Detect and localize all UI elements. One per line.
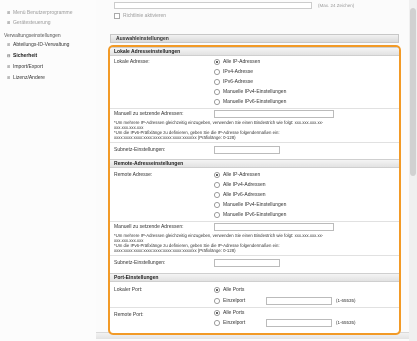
divider — [110, 255, 399, 256]
vertical-scrollbar[interactable] — [409, 0, 417, 341]
local-radio-manual-ipv4[interactable] — [214, 89, 220, 95]
local-subnet-label: Subnetz-Einstellungen: — [114, 147, 166, 153]
divider — [110, 108, 399, 109]
remote-option-label: Alle IP-Adressen — [223, 172, 261, 178]
remote-subnet-label: Subnetz-Einstellungen: — [114, 260, 166, 266]
local-option-label: Manuelle IPv4-Einstellungen — [223, 89, 287, 95]
local-port-single-label: Einzelport — [223, 298, 246, 304]
local-note-range: *Um mehrere IP-Adressen gleichzeitig ein… — [114, 120, 324, 125]
sidebar-item-dept-id[interactable]: ⊞ Abteilungs-ID-Verwaltung — [7, 42, 69, 48]
enable-rule-checkbox[interactable] — [114, 13, 120, 19]
local-port-radio-single[interactable] — [214, 298, 220, 304]
local-option-label: Alle IP-Adressen — [223, 59, 261, 65]
remote-radio-all[interactable] — [214, 172, 220, 178]
local-port-range-hint: (1-65535) — [336, 298, 356, 303]
local-manual-label: Manuell zu setzende Adressen: — [114, 111, 184, 117]
remote-option-label: Manuelle IPv4-Einstellungen — [223, 202, 287, 208]
selection-settings-header: Auswahleinstellungen — [110, 34, 399, 43]
port-settings-header: Port-Einstellungen — [110, 273, 399, 282]
remote-manual-label: Manuell zu setzende Adressen: — [114, 224, 184, 230]
remote-radio-manual-ipv4[interactable] — [214, 202, 220, 208]
remote-port-label: Remote Port: — [114, 312, 144, 318]
remote-note-range: *Um mehrere IP-Adressen gleichzeitig ein… — [114, 233, 324, 238]
remote-option-label: Manuelle IPv6-Einstellungen — [223, 212, 287, 218]
local-address-label: Lokale Adresse: — [114, 59, 150, 65]
local-option-label: IPv4-Adresse — [223, 69, 254, 75]
local-address-header: Lokale Adresseinstellungen — [110, 47, 399, 56]
local-option-label: IPv6-Adresse — [223, 79, 254, 85]
remote-port-input[interactable] — [266, 319, 332, 327]
remote-option-label: Alle IPv6-Adressen — [223, 192, 266, 198]
remote-port-radio-all[interactable] — [214, 310, 220, 316]
rule-name-input[interactable] — [114, 2, 312, 9]
local-radio-ipv4[interactable] — [214, 69, 220, 75]
rule-name-hint: (Max. 24 Zeichen) — [318, 3, 355, 8]
sidebar-item-import-export[interactable]: ⊞ Import/Export — [7, 64, 43, 70]
remote-radio-ipv6[interactable] — [214, 192, 220, 198]
sidebar-item-security[interactable]: ⊟ Sicherheit — [7, 53, 37, 59]
local-option-label: Manuelle IPv6-Einstellungen — [223, 99, 287, 105]
local-port-input[interactable] — [266, 297, 332, 305]
local-manual-address-input[interactable] — [214, 110, 334, 118]
divider — [110, 307, 399, 308]
settings-panel: Lokale Adresseinstellungen Lokale Adress… — [108, 45, 401, 335]
remote-note-prefix-format: xxxx:xxxx:xxxx:xxxx:xxxx:xxxx:xxxx:xxxx/… — [114, 248, 236, 253]
enable-rule-label: Richtlinie aktivieren — [123, 13, 167, 19]
remote-address-header: Remote-Adresseinstellungen — [110, 159, 399, 168]
remote-radio-manual-ipv6[interactable] — [214, 212, 220, 218]
remote-option-label: Alle IPv4-Adressen — [223, 182, 266, 188]
scrollbar-thumb[interactable] — [410, 8, 416, 176]
local-radio-all[interactable] — [214, 59, 220, 65]
remote-subnet-input[interactable] — [214, 259, 280, 267]
remote-manual-address-input[interactable] — [214, 223, 334, 231]
sidebar-item-license[interactable]: ⊞ Lizenz/Andere — [7, 75, 45, 81]
local-note-prefix-format: xxxx:xxxx:xxxx:xxxx:xxxx:xxxx:xxxx:xxxx/… — [114, 135, 236, 140]
local-subnet-input[interactable] — [214, 146, 280, 154]
remote-port-radio-single[interactable] — [214, 320, 220, 326]
remote-port-all-label: Alle Ports — [223, 310, 245, 316]
sidebar: ⊞ Menü Benutzerprogramme ⊞ Gerätesteuerung… — [0, 0, 96, 341]
local-radio-ipv6[interactable] — [214, 79, 220, 85]
divider — [110, 142, 399, 143]
remote-port-range-hint: (1-65535) — [336, 320, 356, 325]
sidebar-heading-admin-settings[interactable]: Verwaltungseinstellungen — [4, 33, 61, 39]
remote-radio-ipv4[interactable] — [214, 182, 220, 188]
remote-port-single-label: Einzelport — [223, 320, 246, 326]
divider — [110, 221, 399, 222]
local-port-radio-all[interactable] — [214, 287, 220, 293]
remote-address-label: Remote Adresse: — [114, 172, 153, 178]
local-radio-manual-ipv6[interactable] — [214, 99, 220, 105]
local-port-label: Lokaler Port: — [114, 287, 143, 293]
sidebar-item-device-control[interactable]: ⊞ Gerätesteuerung — [7, 20, 51, 26]
sidebar-item-user-programs[interactable]: ⊞ Menü Benutzerprogramme — [7, 10, 72, 16]
local-port-all-label: Alle Ports — [223, 287, 245, 293]
